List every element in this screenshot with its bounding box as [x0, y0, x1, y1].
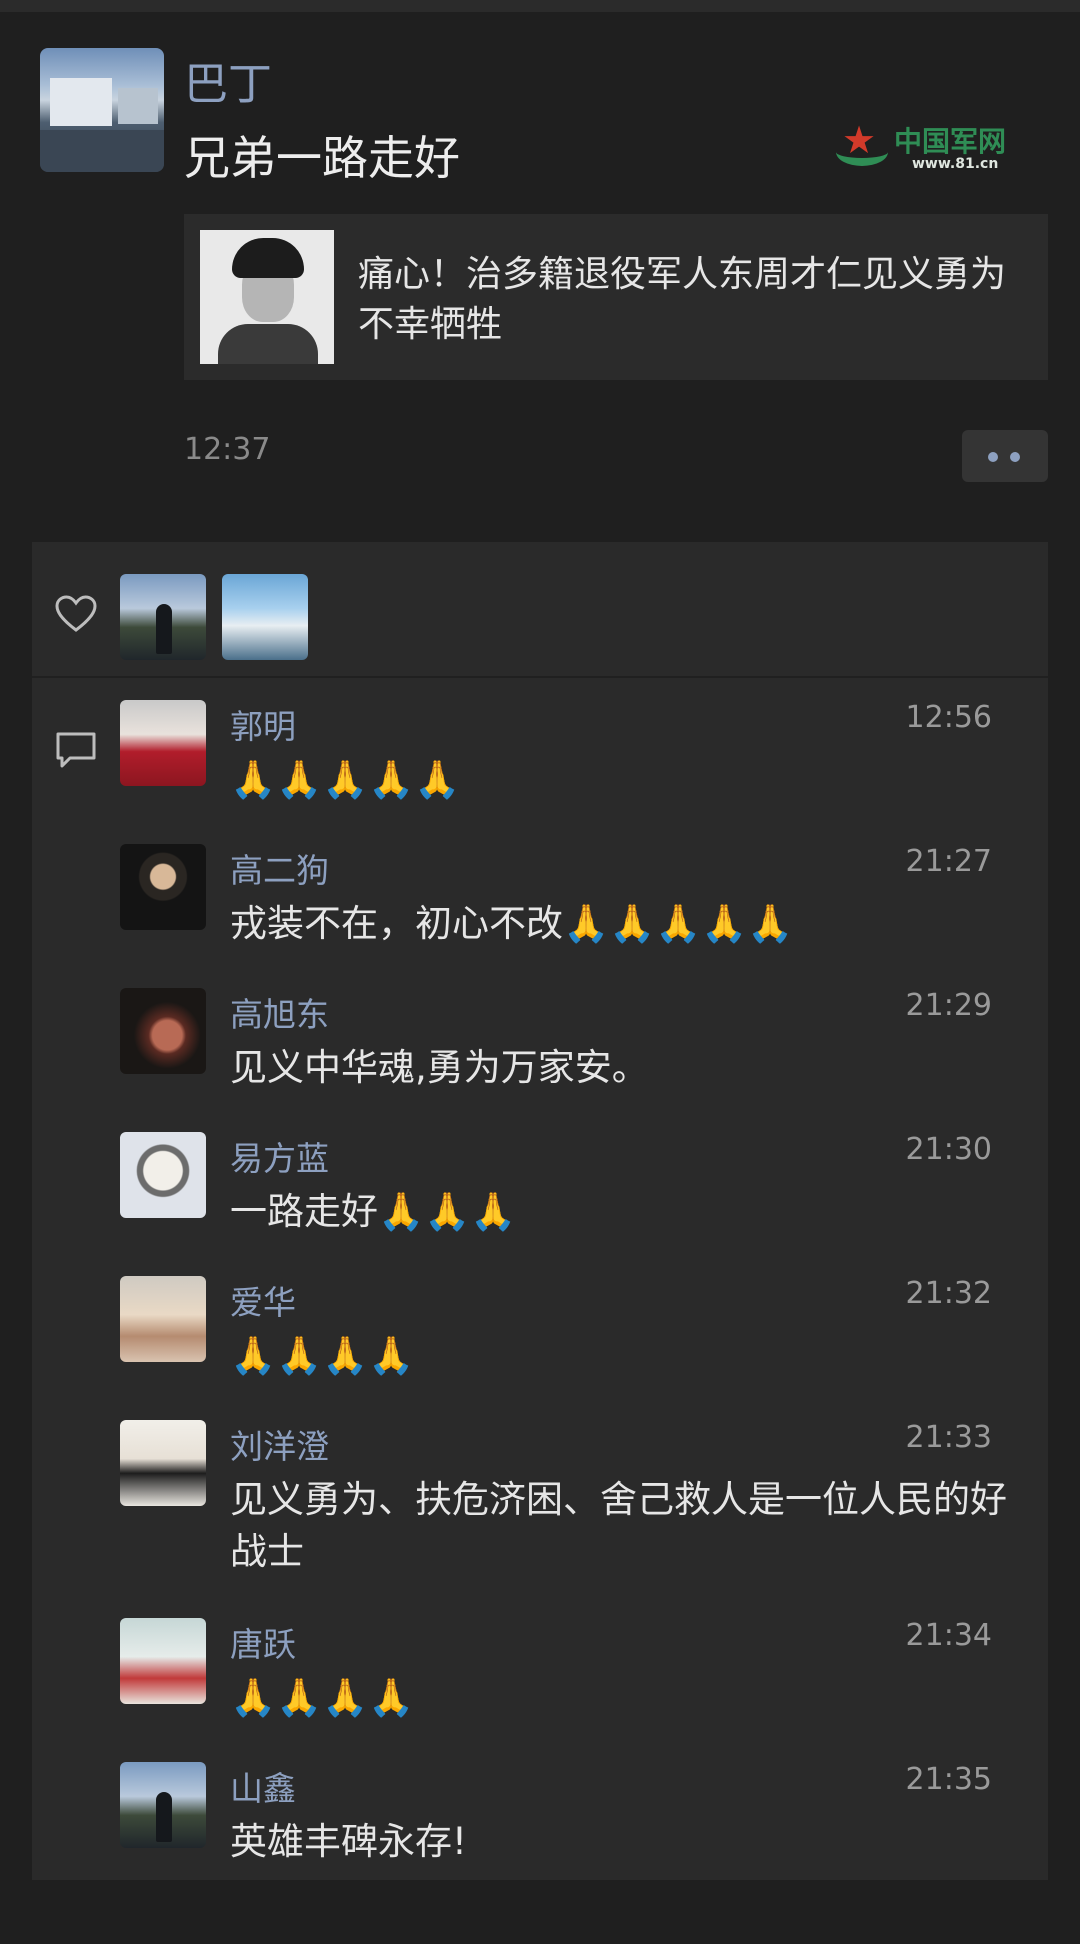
star-icon: ★	[842, 118, 877, 162]
dot-icon	[988, 452, 998, 462]
comment-text: 🙏🙏🙏🙏🙏	[230, 758, 461, 801]
comment-time: 12:56	[905, 700, 992, 735]
comment-text: 英雄丰碑永存!	[230, 1820, 467, 1863]
comment-author[interactable]: 唐跃	[230, 1618, 296, 1666]
divider	[32, 676, 1048, 678]
comment-time: 21:35	[905, 1762, 992, 1797]
heart-icon	[55, 595, 97, 632]
portrait-shirt	[218, 324, 318, 364]
like-avatar[interactable]	[120, 574, 206, 660]
avatar-figure	[156, 604, 172, 654]
watermark-url: www.81.cn	[912, 156, 999, 172]
comment-text: 🙏🙏🙏🙏	[230, 1334, 415, 1377]
likes-comments-panel: 郭明 12:56 🙏🙏🙏🙏🙏 高二狗 21:27 戎装不在，初心不改🙏🙏🙏🙏🙏 …	[32, 542, 1048, 1880]
comment-text: 见义中华魂,勇为万家安。	[230, 1046, 649, 1089]
shared-article-card[interactable]: 痛心！治多籍退役军人东周才仁见义勇为不幸牺牲	[184, 214, 1048, 380]
portrait-hair	[232, 238, 304, 278]
like-avatar[interactable]	[222, 574, 308, 660]
comment-item: 唐跃 21:34 🙏🙏🙏🙏	[32, 1618, 1048, 1728]
watermark-title: 中国军网	[894, 125, 1007, 158]
comment-time: 21:27	[905, 844, 992, 879]
comment-text: 一路走好🙏🙏🙏	[230, 1190, 517, 1233]
comment-avatar[interactable]	[120, 1420, 206, 1506]
poster-avatar[interactable]	[40, 48, 164, 172]
comment-author[interactable]: 刘洋澄	[230, 1420, 329, 1468]
comment-item: 山鑫 21:35 英雄丰碑永存!	[32, 1762, 1048, 1872]
comment-author[interactable]: 易方蓝	[230, 1132, 329, 1180]
comment-time: 21:34	[905, 1618, 992, 1653]
comment-item: 高二狗 21:27 戎装不在，初心不改🙏🙏🙏🙏🙏	[32, 844, 1048, 954]
avatar-road	[40, 130, 164, 172]
watermark-logo: ★ 中国军网 www.81.cn	[832, 116, 1020, 176]
comment-avatar[interactable]	[120, 700, 206, 786]
comment-avatar[interactable]	[120, 844, 206, 930]
comment-text: 戎装不在，初心不改🙏🙏🙏🙏🙏	[230, 902, 794, 945]
comment-avatar[interactable]	[120, 988, 206, 1074]
avatar-building	[50, 78, 112, 126]
post-text: 兄弟一路走好	[184, 131, 460, 185]
comment-item: 郭明 12:56 🙏🙏🙏🙏🙏	[32, 700, 1048, 810]
comment-author[interactable]: 郭明	[230, 700, 296, 748]
comment-avatar[interactable]	[120, 1276, 206, 1362]
comment-text: 🙏🙏🙏🙏	[230, 1676, 415, 1719]
comment-avatar[interactable]	[120, 1618, 206, 1704]
comment-time: 21:29	[905, 988, 992, 1023]
comment-avatar[interactable]	[120, 1132, 206, 1218]
article-title: 痛心！治多籍退役军人东周才仁见义勇为不幸牺牲	[358, 254, 1007, 345]
comment-author[interactable]: 山鑫	[230, 1762, 296, 1810]
avatar-figure	[156, 1792, 172, 1842]
post-time: 12:37	[184, 432, 271, 467]
comment-text: 见义勇为、扶危济困、舍己救人是一位人民的好战士	[230, 1478, 1007, 1573]
comment-author[interactable]: 爱华	[230, 1276, 296, 1324]
comment-time: 21:33	[905, 1420, 992, 1455]
likes-row	[32, 542, 1048, 676]
comment-item: 易方蓝 21:30 一路走好🙏🙏🙏	[32, 1132, 1048, 1242]
status-bar-strip	[0, 0, 1080, 12]
comment-time: 21:32	[905, 1276, 992, 1311]
comment-item: 高旭东 21:29 见义中华魂,勇为万家安。	[32, 988, 1048, 1098]
comment-item: 爱华 21:32 🙏🙏🙏🙏	[32, 1276, 1048, 1386]
article-thumbnail	[200, 230, 334, 364]
comment-time: 21:30	[905, 1132, 992, 1167]
comment-avatar[interactable]	[120, 1762, 206, 1848]
avatar-building	[118, 88, 158, 124]
poster-name[interactable]: 巴丁	[184, 48, 272, 112]
more-options-button[interactable]	[962, 430, 1048, 482]
dot-icon	[1010, 452, 1020, 462]
comment-author[interactable]: 高二狗	[230, 844, 329, 892]
comment-author[interactable]: 高旭东	[230, 988, 329, 1036]
comment-item: 刘洋澄 21:33 见义勇为、扶危济困、舍己救人是一位人民的好战士	[32, 1420, 1048, 1580]
